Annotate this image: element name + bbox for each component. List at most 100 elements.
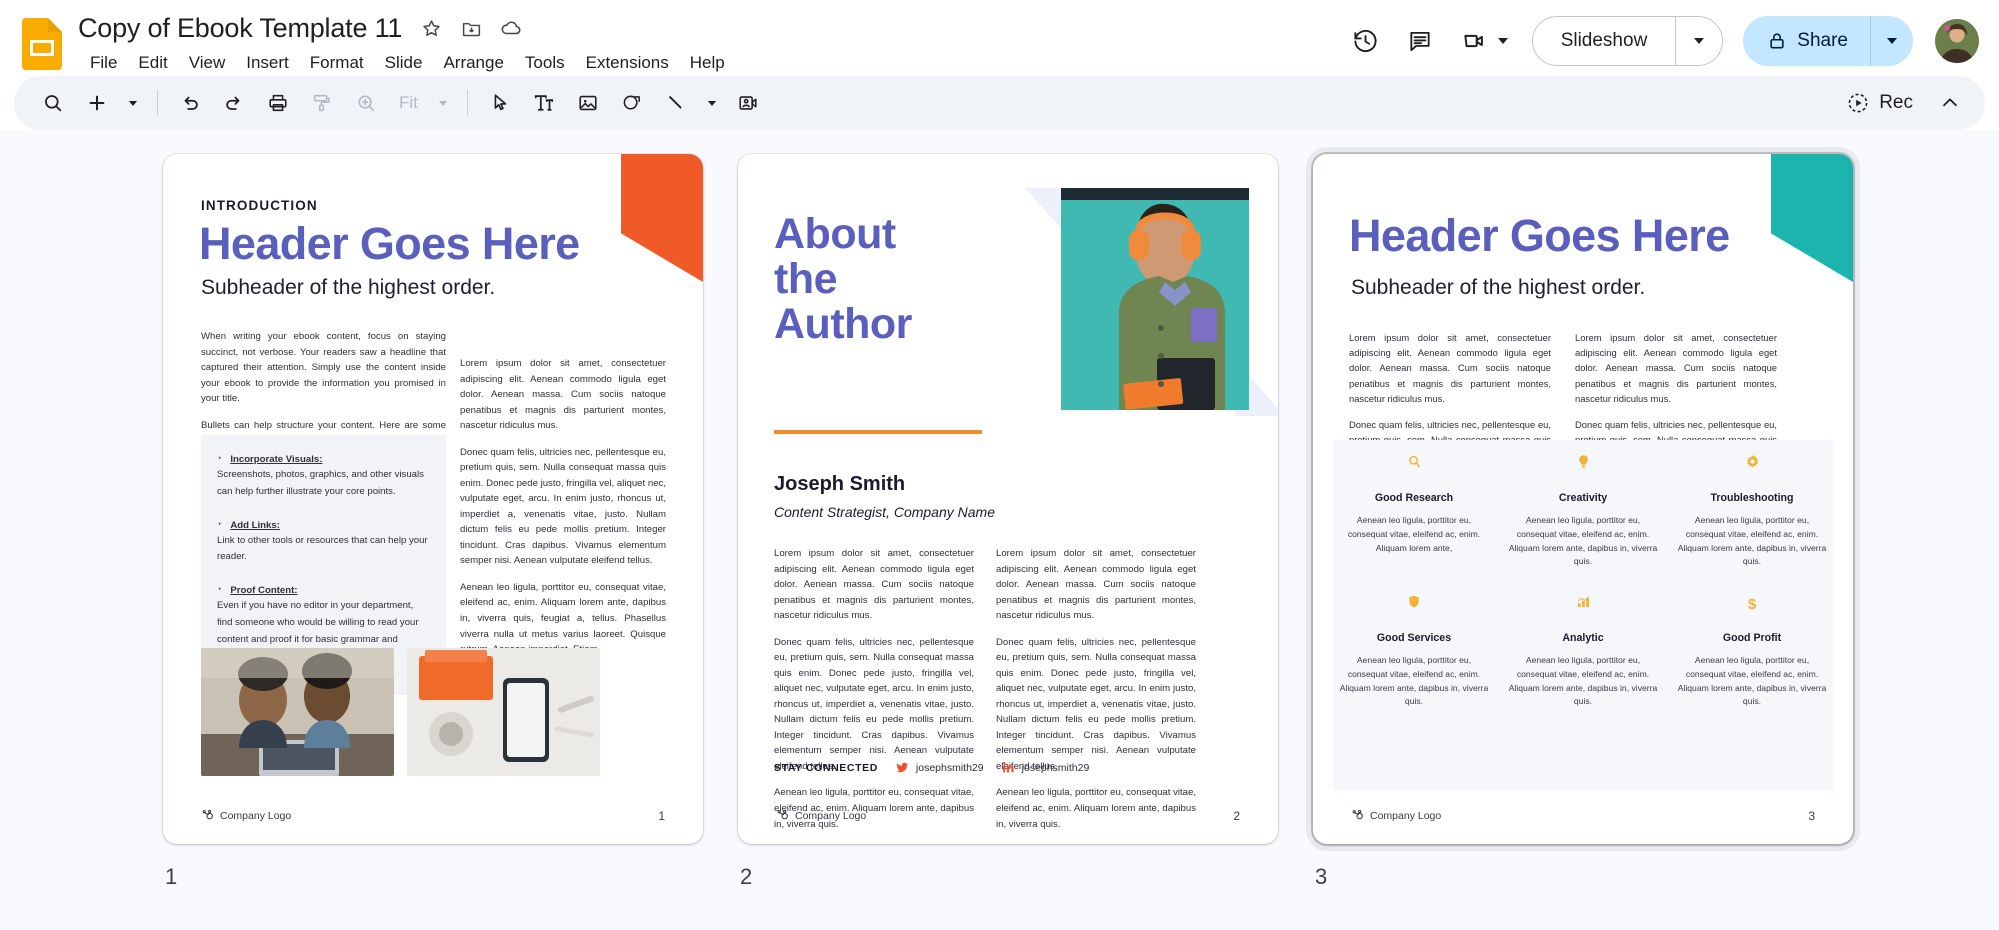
slide3-feature-grid: Good Research Aenean leo ligula, porttit… [1333,440,1833,790]
cloud-saved-icon[interactable] [498,15,524,41]
menu-help[interactable]: Help [680,49,735,77]
slide1-eyebrow: INTRODUCTION [201,198,318,213]
slide-thumbnail-3[interactable]: Header Goes Here Subheader of the highes… [1313,154,1853,844]
chevron-down-icon [1887,38,1897,44]
linkedin-handle: josephsmith29 [1021,761,1090,774]
zoom-icon[interactable] [345,82,387,124]
share-button[interactable]: Share [1743,16,1870,66]
slide1-intro-p1: When writing your ebook content, focus o… [201,331,446,405]
menu-tools[interactable]: Tools [515,49,575,77]
feature-cell: Troubleshooting Aenean leo ligula, portt… [1674,454,1830,569]
slide1-photo-left [201,648,394,776]
meet-chevron-down-icon[interactable] [1497,38,1508,44]
share-options-button[interactable] [1871,16,1913,66]
slide1-right-p1: Lorem ipsum dolor sit amet, consectetuer… [460,358,666,432]
chevron-up-icon[interactable] [1929,82,1971,124]
slide2-author-photo [1061,188,1249,410]
google-meet-button[interactable] [1450,17,1512,65]
line-chevron-down-icon[interactable] [699,82,725,124]
menu-insert[interactable]: Insert [236,49,299,77]
slide2-right-p3: Aenean leo ligula, porttitor eu, consequ… [996,787,1197,830]
print-icon[interactable] [257,82,299,124]
comment-icon[interactable] [1396,17,1444,65]
new-slide-plus-icon[interactable] [76,82,118,124]
record-button[interactable]: Rec [1832,83,1927,123]
new-slide-chevron-down-icon[interactable] [120,82,146,124]
slideshow-options-button[interactable] [1676,17,1722,65]
document-title[interactable]: Copy of Ebook Template 11 [78,13,404,44]
slide1-right-column: Lorem ipsum dolor sit amet, consectetuer… [460,356,666,669]
google-slides-icon[interactable] [22,18,62,70]
google-meet-icon[interactable] [1450,17,1498,65]
feature-title: Good Services [1376,632,1452,644]
move-to-folder-icon[interactable] [458,15,484,41]
menu-slide[interactable]: Slide [375,49,433,77]
slide-thumbnail-1[interactable]: INTRODUCTION Header Goes Here Subheader … [163,154,703,844]
slide1-right-p3: Aenean leo ligula, porttitor eu, consequ… [460,581,666,655]
slide2-footer-logo: Company Logo [776,809,866,822]
slide2-author-role: Content Strategist, Company Name [774,504,995,520]
corner-accent-shape [621,154,703,282]
slide3-col2-p1: Lorem ipsum dolor sit amet, consectetuer… [1575,332,1777,404]
feature-desc: Aenean leo ligula, porttitor eu, consequ… [1677,515,1827,567]
star-icon[interactable] [418,15,444,41]
shield-icon [1336,594,1492,616]
slide1-photo-right [407,648,600,776]
slide2-heading-line3: Author [774,300,912,349]
slide3-subheading: Subheader of the highest order. [1351,276,1646,299]
slide2-heading: About the Author [774,210,912,349]
tip-item: Incorporate Visuals: Screenshots, photos… [217,449,428,501]
footer-logo-text: Company Logo [1370,809,1442,822]
slide-thumbnail-2[interactable]: About the Author Joseph Smith Content St… [738,154,1278,844]
menu-format[interactable]: Format [300,49,374,77]
redo-icon[interactable] [213,82,255,124]
footer-logo-text: Company Logo [220,809,292,822]
slideshow-button[interactable]: Slideshow [1533,17,1676,65]
insert-image-icon[interactable] [567,82,609,124]
slide3-col1-p1: Lorem ipsum dolor sit amet, consectetuer… [1349,332,1551,404]
linkedin-handle-item[interactable]: josephsmith29 [1002,761,1090,774]
app-header: Copy of Ebook Template 11 File Edit View… [0,0,1999,76]
slide2-author-name: Joseph Smith [774,473,906,495]
slide2-right-p2: Donec quam felis, ultricies nec, pellent… [996,636,1196,772]
feature-title: Creativity [1558,492,1608,504]
feature-cell: $ Good Profit Aenean leo ligula, porttit… [1674,594,1830,709]
select-cursor-icon[interactable] [479,82,521,124]
zoom-level-value[interactable]: Fit [389,93,428,113]
lightbulb-icon [1505,454,1661,476]
slide1-subheading: Subheader of the highest order. [201,276,496,299]
paint-format-icon[interactable] [301,82,343,124]
main-toolbar: Fit Rec [14,76,1985,130]
twitter-handle-item[interactable]: josephsmith29 [896,761,984,774]
slide2-left-column: Lorem ipsum dolor sit amet, consectetuer… [774,546,974,843]
insert-video-icon[interactable] [727,82,769,124]
record-icon [1848,93,1868,113]
tip-desc: Screenshots, photos, graphics, and other… [217,469,424,497]
slide-cell-2: About the Author Joseph Smith Content St… [738,154,1278,930]
record-label: Rec [1879,92,1913,113]
menu-view[interactable]: View [179,49,236,77]
slide2-heading-line2: the [774,255,837,304]
insert-line-icon[interactable] [655,82,697,124]
avatar[interactable] [1935,19,1979,63]
zoom-chevron-down-icon[interactable] [430,82,456,124]
slide-index-label-3: 3 [1315,864,1328,889]
slide2-heading-line1: About [774,210,896,258]
menu-arrange[interactable]: Arrange [433,49,513,77]
menu-edit[interactable]: Edit [128,49,177,77]
tip-title: Incorporate Visuals: [230,454,323,465]
insert-shape-icon[interactable] [611,82,653,124]
undo-icon[interactable] [169,82,211,124]
text-box-icon[interactable] [523,82,565,124]
company-logo-icon [777,809,788,820]
menu-extensions[interactable]: Extensions [576,49,679,77]
feature-desc: Aenean leo ligula, porttitor eu, consequ… [1339,655,1489,707]
menu-file[interactable]: File [80,49,127,77]
tip-title: Proof Content: [230,585,298,597]
search-icon[interactable] [32,82,74,124]
gear-icon [1674,454,1830,476]
feature-desc: Aenean leo ligula, porttitor eu, consequ… [1508,515,1658,567]
footer-logo-text: Company Logo [795,809,867,822]
version-history-icon[interactable] [1342,17,1390,65]
toolbar-divider [466,90,468,116]
